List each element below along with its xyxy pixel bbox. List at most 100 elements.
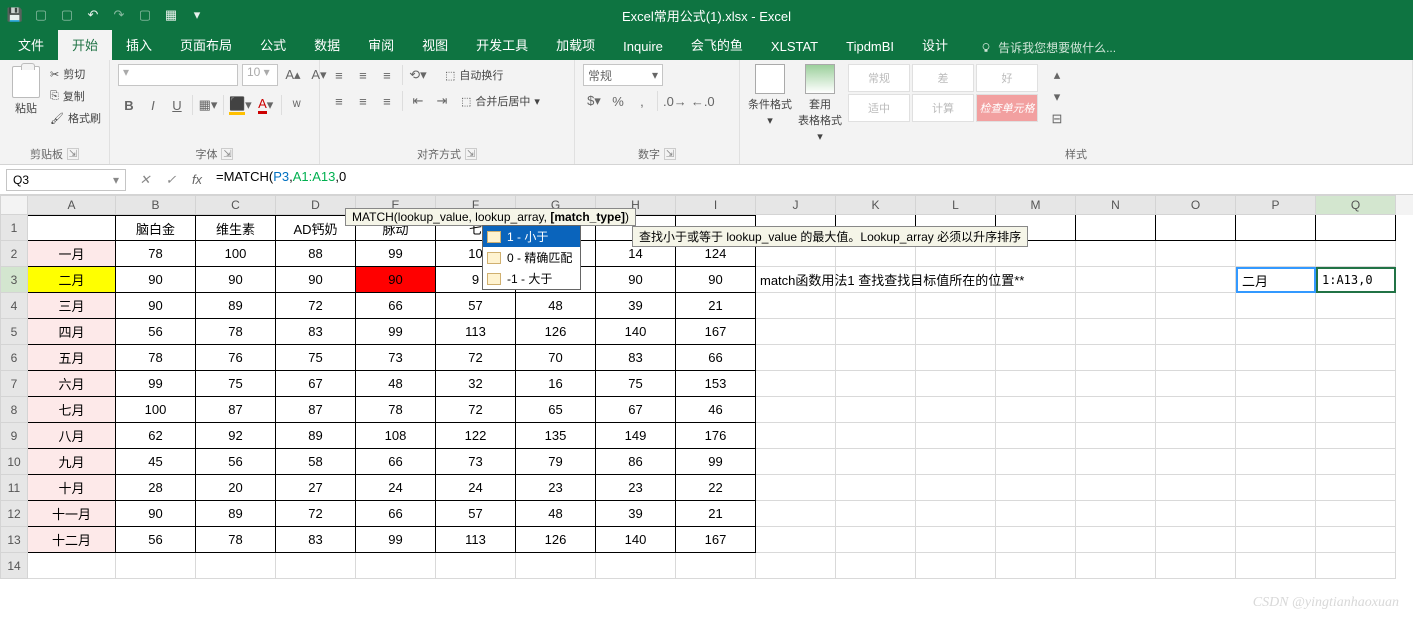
cell[interactable]: 58	[276, 449, 356, 475]
cell[interactable]: 62	[116, 423, 196, 449]
cell[interactable]	[1316, 449, 1396, 475]
cell[interactable]	[1316, 371, 1396, 397]
qat-icon-2[interactable]: ▢	[58, 6, 76, 24]
style-calc[interactable]: 计算	[912, 94, 974, 122]
cell[interactable]	[1236, 345, 1316, 371]
cell[interactable]	[1236, 215, 1316, 241]
cell[interactable]	[1156, 319, 1236, 345]
tab-data[interactable]: 数据	[300, 29, 354, 60]
number-format-select[interactable]: 常规▾	[583, 64, 663, 86]
cell[interactable]	[756, 449, 836, 475]
align-left-button[interactable]: ≡	[328, 90, 350, 112]
cell[interactable]	[1076, 241, 1156, 267]
cell[interactable]: 七月	[28, 397, 116, 423]
cell[interactable]	[756, 553, 836, 579]
cell[interactable]	[1236, 397, 1316, 423]
cell[interactable]	[916, 501, 996, 527]
style-normal[interactable]: 常规	[848, 64, 910, 92]
cell[interactable]	[1236, 449, 1316, 475]
cell[interactable]: 140	[596, 319, 676, 345]
cell[interactable]	[1156, 241, 1236, 267]
cell[interactable]	[516, 553, 596, 579]
column-header[interactable]: Q	[1316, 195, 1396, 215]
cell[interactable]	[756, 371, 836, 397]
merge-center-button[interactable]: ⬚ 合并后居中 ▾	[461, 91, 540, 111]
cell[interactable]	[1156, 527, 1236, 553]
tab-tipdm[interactable]: TipdmBI	[832, 33, 908, 60]
cell-styles-gallery[interactable]: 常规 差 好 适中 计算 检查单元格	[848, 64, 1038, 122]
cell[interactable]: 90	[116, 267, 196, 293]
cell[interactable]: 四月	[28, 319, 116, 345]
cell[interactable]	[996, 553, 1076, 579]
cell[interactable]: 99	[356, 241, 436, 267]
cell[interactable]	[1156, 397, 1236, 423]
cell[interactable]	[1076, 319, 1156, 345]
cell[interactable]: 28	[116, 475, 196, 501]
row-header[interactable]: 5	[0, 319, 28, 345]
wrap-text-button[interactable]: ⬚ 自动换行	[445, 65, 503, 85]
cell[interactable]	[756, 345, 836, 371]
column-header[interactable]: B	[116, 195, 196, 215]
font-size-select[interactable]: 10 ▾	[242, 64, 278, 86]
cell[interactable]: 89	[196, 501, 276, 527]
row-header[interactable]: 9	[0, 423, 28, 449]
cell[interactable]	[916, 449, 996, 475]
cell[interactable]: 87	[196, 397, 276, 423]
font-color-button[interactable]: A▾	[255, 94, 277, 116]
row-header[interactable]: 7	[0, 371, 28, 397]
cell[interactable]: 75	[276, 345, 356, 371]
cell[interactable]: 87	[276, 397, 356, 423]
tab-addins[interactable]: 加载项	[542, 29, 609, 60]
cell[interactable]	[836, 345, 916, 371]
cell[interactable]: match函数用法1 查找查找目标值所在的位置**	[756, 267, 836, 293]
cell[interactable]: 24	[356, 475, 436, 501]
formula-input[interactable]: =MATCH(P3,A1:A13,0	[210, 169, 1413, 191]
cell[interactable]	[1076, 371, 1156, 397]
cell[interactable]: 78	[196, 319, 276, 345]
cell[interactable]	[1316, 475, 1396, 501]
fx-icon[interactable]: fx	[184, 167, 210, 193]
cell[interactable]	[836, 553, 916, 579]
column-header[interactable]: I	[676, 195, 756, 215]
row-header[interactable]: 13	[0, 527, 28, 553]
cell[interactable]: 六月	[28, 371, 116, 397]
cell[interactable]	[836, 397, 916, 423]
cell[interactable]: 67	[596, 397, 676, 423]
column-header[interactable]: K	[836, 195, 916, 215]
grid-rows[interactable]: 1脑白金维生素AD钙奶脉动七2一月78100889910141243二月9090…	[0, 215, 1413, 579]
cell[interactable]	[1316, 527, 1396, 553]
cell[interactable]: 32	[436, 371, 516, 397]
cell[interactable]: 83	[276, 527, 356, 553]
cell[interactable]	[356, 553, 436, 579]
cell[interactable]: 100	[116, 397, 196, 423]
enter-formula-icon[interactable]: ✓	[158, 167, 184, 193]
cell[interactable]	[1236, 293, 1316, 319]
align-top-button[interactable]: ≡	[328, 64, 350, 86]
cell[interactable]: 90	[356, 267, 436, 293]
cell[interactable]: 73	[356, 345, 436, 371]
cell[interactable]: 27	[276, 475, 356, 501]
cell[interactable]	[1076, 449, 1156, 475]
column-header[interactable]: J	[756, 195, 836, 215]
dialog-launcher-icon[interactable]: ⇲	[67, 148, 79, 160]
format-painter-button[interactable]: 🖌 格式刷	[50, 108, 101, 128]
save-icon[interactable]: 💾	[6, 6, 24, 24]
cell[interactable]: 140	[596, 527, 676, 553]
cell[interactable]: 67	[276, 371, 356, 397]
cell[interactable]: 99	[116, 371, 196, 397]
cell[interactable]	[916, 319, 996, 345]
cell[interactable]: 十月	[28, 475, 116, 501]
tab-xlstat[interactable]: XLSTAT	[757, 33, 832, 60]
cell[interactable]: 78	[116, 345, 196, 371]
cell[interactable]	[1156, 293, 1236, 319]
cell[interactable]	[1156, 423, 1236, 449]
select-all-corner[interactable]	[0, 195, 28, 215]
column-header[interactable]: M	[996, 195, 1076, 215]
align-right-button[interactable]: ≡	[376, 90, 398, 112]
row-header[interactable]: 10	[0, 449, 28, 475]
cell[interactable]: 153	[676, 371, 756, 397]
cell[interactable]	[756, 293, 836, 319]
cell[interactable]	[756, 423, 836, 449]
cell[interactable]	[1316, 319, 1396, 345]
cell[interactable]	[1076, 423, 1156, 449]
